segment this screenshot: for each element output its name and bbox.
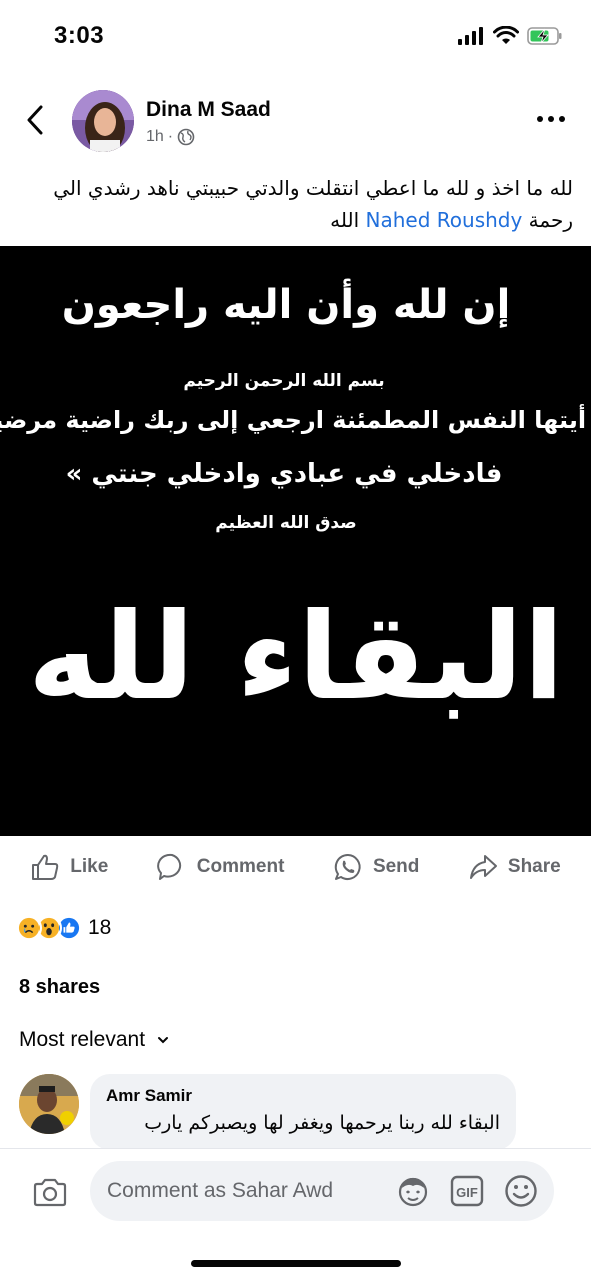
more-dot <box>537 116 543 122</box>
commenter-avatar[interactable] <box>19 1074 79 1134</box>
camera-icon <box>33 1178 67 1207</box>
globe-icon <box>177 128 195 146</box>
comment-bubble[interactable]: Amr Samir البقاء لله ربنا يرحمها ويغفر ل… <box>90 1074 516 1150</box>
composer-icons: GIF <box>395 1173 539 1209</box>
post-text-line1: لله ما اخذ و لله ما اعطي انتقلت والدتي ح… <box>53 176 573 200</box>
share-arrow-icon <box>469 855 497 879</box>
back-button[interactable] <box>20 102 50 138</box>
image-text-line3: « يا أيتها النفس المطمئنة ارجعي إلى ربك … <box>0 404 591 434</box>
image-text-line4: فادخلي في عبادي وادخلي جنتي » <box>66 459 503 489</box>
status-time: 3:03 <box>54 22 105 49</box>
reaction-count: 18 <box>88 916 112 939</box>
share-label: Share <box>507 856 561 877</box>
post-text-line2-end: الله <box>330 208 366 232</box>
meta-separator: · <box>167 128 174 145</box>
commenter-avatar-image <box>19 1074 79 1134</box>
send-label: Send <box>372 856 420 877</box>
comment-label: Comment <box>196 856 285 877</box>
post-text-line2-start: رحمة <box>522 208 573 232</box>
more-options-button[interactable] <box>531 104 571 134</box>
post-text: لله ما اخذ و لله ما اعطي انتقلت والدتي ح… <box>18 172 573 236</box>
sort-comments-dropdown[interactable]: Most relevant <box>19 1028 169 1052</box>
avatar-sticker-button[interactable] <box>395 1173 431 1209</box>
home-indicator <box>191 1260 401 1267</box>
comment-author[interactable]: Amr Samir <box>106 1086 500 1106</box>
status-icons <box>457 26 563 46</box>
image-text-big: البقاء لله <box>28 588 565 727</box>
whatsapp-icon <box>334 853 361 880</box>
more-dot <box>559 116 565 122</box>
shares-count[interactable]: 8 shares <box>19 976 100 999</box>
like-label: Like <box>70 856 109 877</box>
sort-label: Most relevant <box>19 1028 146 1051</box>
image-text-line1: إن لله وأن اليه راجعون <box>62 278 511 328</box>
author-name[interactable]: Dina M Saad <box>146 98 271 122</box>
condolence-image: إن لله وأن اليه راجعون بسم الله الرحمن ا… <box>0 246 591 836</box>
more-dot <box>548 116 554 122</box>
cellular-signal-icon <box>458 27 483 45</box>
comment-bubble-icon <box>156 853 181 880</box>
gif-button[interactable]: GIF <box>449 1173 485 1209</box>
sad-reaction-icon <box>16 915 42 941</box>
wifi-icon <box>493 26 519 44</box>
post-header: Dina M Saad 1h · <box>0 84 591 156</box>
share-button[interactable]: Share <box>468 852 561 882</box>
post-time[interactable]: 1h <box>146 128 164 146</box>
comment-button[interactable]: Comment <box>156 852 285 882</box>
image-text-line5: صدق الله العظيم <box>215 513 356 533</box>
post-image[interactable]: إن لله وأن اليه راجعون بسم الله الرحمن ا… <box>0 246 591 836</box>
author-avatar[interactable] <box>72 90 134 152</box>
action-bar: Like Comment Send Share <box>0 836 591 898</box>
comment-composer: GIF <box>0 1148 591 1280</box>
avatar-image <box>72 90 134 152</box>
post-text-line2: رحمة Nahed Roushdy الله <box>18 204 573 236</box>
emoji-button[interactable] <box>503 1173 539 1209</box>
send-button[interactable]: Send <box>333 852 419 882</box>
image-text-line2: بسم الله الرحمن الرحيم <box>183 371 384 391</box>
battery-charging-icon <box>527 27 562 45</box>
gif-icon: GIF <box>450 1175 484 1207</box>
like-button[interactable]: Like <box>30 852 108 882</box>
status-bar: 3:03 <box>0 0 591 72</box>
camera-button[interactable] <box>30 1173 70 1213</box>
thumbs-up-icon <box>32 854 59 880</box>
chevron-left-icon <box>27 105 43 135</box>
comment-text: البقاء لله ربنا يرحمها ويغفر لها ويصبركم… <box>144 1112 500 1134</box>
mention-link[interactable]: Nahed Roushdy <box>366 208 523 232</box>
post-meta: 1h · <box>146 128 195 146</box>
svg-text:GIF: GIF <box>456 1185 478 1200</box>
avatar-sticker-icon <box>398 1177 428 1207</box>
chevron-down-icon <box>158 1037 169 1044</box>
reactions-summary[interactable]: 18 <box>16 910 111 946</box>
smiley-icon <box>505 1175 537 1207</box>
